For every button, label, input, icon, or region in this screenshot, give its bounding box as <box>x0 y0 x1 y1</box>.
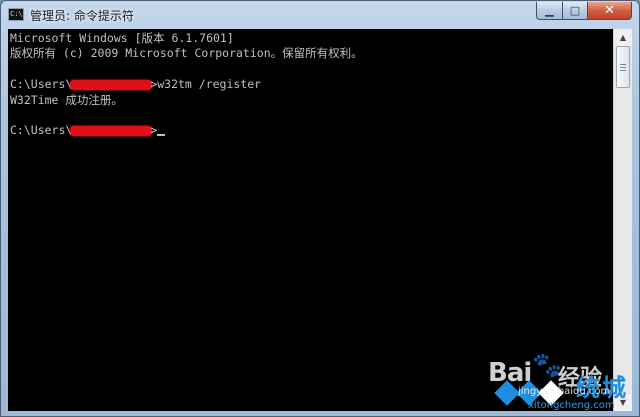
prompt-end: > <box>150 123 158 137</box>
console-line-result: W32Time 成功注册。 <box>10 93 123 107</box>
scroll-thumb[interactable] <box>616 46 630 88</box>
window-title: 管理员: 命令提示符 <box>30 9 134 23</box>
console-icon[interactable]: C:\ <box>8 8 24 21</box>
prompt-path: C:\Users\ <box>10 77 73 91</box>
watermark: Bai 🐾 经验 统城 jingyan.baidu.com xitongchen… <box>488 346 638 414</box>
redacted-username <box>70 79 153 90</box>
grip-line <box>620 70 626 71</box>
grip-line <box>620 67 626 68</box>
command-text: >w32tm /register <box>150 77 262 91</box>
maximize-button[interactable]: □ <box>562 2 588 20</box>
minimize-button[interactable]: ▁ <box>536 2 563 20</box>
console-line-prompt: C:\Users\ > <box>10 123 166 138</box>
watermark-url: jingyan.baidu.com <box>518 386 611 397</box>
grip-line <box>620 64 626 65</box>
text-cursor <box>157 134 166 136</box>
console-line-command: C:\Users\ >w32tm /register <box>10 77 261 92</box>
close-button[interactable]: ✕ <box>587 2 632 20</box>
redacted-username <box>70 125 153 136</box>
prompt-path: C:\Users\ <box>10 123 73 137</box>
watermark-url: xitongcheng.com <box>528 400 615 411</box>
console-line-version: Microsoft Windows [版本 6.1.7601] <box>10 31 234 45</box>
console-line-copyright: 版权所有 (c) 2009 Microsoft Corporation。保留所有… <box>10 46 363 60</box>
scroll-up-arrow-icon[interactable]: ▲ <box>614 29 632 46</box>
